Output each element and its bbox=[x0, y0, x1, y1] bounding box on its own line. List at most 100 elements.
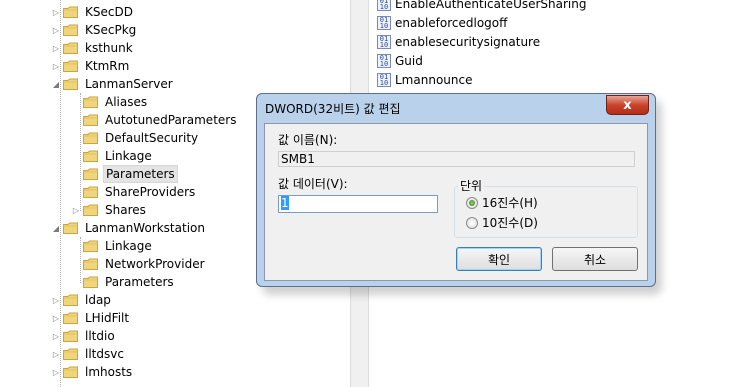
tree-item-label: AutotunedParameters bbox=[105, 113, 237, 127]
tree-item[interactable]: Aliases bbox=[70, 93, 149, 111]
expand-toggle-icon[interactable]: ◢ bbox=[50, 75, 62, 93]
dec-radio-button[interactable] bbox=[466, 216, 478, 229]
value-data-text: 1 bbox=[281, 196, 289, 210]
tree-item-label: Shares bbox=[105, 203, 146, 217]
expand-toggle-icon bbox=[70, 183, 82, 201]
tree-item-label: Aliases bbox=[105, 95, 148, 109]
tree-item[interactable]: ▷ KtmRm bbox=[50, 57, 131, 75]
registry-value-name: Guid bbox=[395, 54, 423, 68]
tree-item[interactable]: ▷ KSecPkg bbox=[50, 21, 138, 39]
tree-item[interactable]: Parameters bbox=[70, 165, 178, 183]
tree-item[interactable]: ▷ ksthunk bbox=[50, 39, 135, 57]
tree-item[interactable]: ◢ LanmanServer bbox=[50, 75, 175, 93]
folder-icon bbox=[63, 42, 78, 54]
dword-value-icon: 01 10 bbox=[377, 16, 391, 30]
tree-item-label: Parameters bbox=[103, 165, 178, 183]
expand-toggle-icon[interactable]: ▷ bbox=[50, 345, 62, 363]
close-button[interactable]: x bbox=[606, 95, 649, 115]
tree-item[interactable]: Linkage bbox=[70, 147, 154, 165]
folder-icon bbox=[83, 204, 98, 216]
tree-item-label: Linkage bbox=[105, 149, 152, 163]
expand-toggle-icon[interactable]: ▷ bbox=[50, 39, 62, 57]
registry-value-row[interactable]: 01 10 Guid bbox=[377, 52, 423, 70]
registry-value-name: EnableAuthenticateUserSharing bbox=[395, 0, 587, 11]
edit-dword-dialog: DWORD(32비트) 값 편집 x 값 이름(N): SMB1 값 데이터(V… bbox=[256, 93, 656, 287]
tree-item[interactable]: Parameters bbox=[70, 273, 176, 291]
expand-toggle-icon[interactable]: ▷ bbox=[50, 309, 62, 327]
expand-toggle-icon bbox=[70, 255, 82, 273]
value-data-label: 값 데이터(V): bbox=[278, 177, 348, 191]
tree-item-label: ldap bbox=[85, 293, 111, 307]
tree-item[interactable]: ▷ KSecDD bbox=[50, 3, 135, 21]
folder-icon bbox=[63, 330, 78, 342]
folder-icon bbox=[63, 222, 78, 234]
registry-value-name: enableforcedlogoff bbox=[395, 16, 508, 30]
value-name-field: SMB1 bbox=[278, 151, 635, 167]
registry-value-name: enablesecuritysignature bbox=[395, 35, 541, 49]
expand-toggle-icon bbox=[70, 111, 82, 129]
tree-item-label: LHidFilt bbox=[85, 311, 130, 325]
expand-toggle-icon[interactable]: ▷ bbox=[50, 363, 62, 381]
tree-item[interactable]: NetworkProvider bbox=[70, 255, 207, 273]
value-data-input[interactable]: 1 bbox=[278, 195, 438, 213]
dec-radio-option[interactable]: 10진수(D) bbox=[466, 214, 538, 231]
folder-icon bbox=[63, 78, 78, 90]
expand-toggle-icon bbox=[70, 93, 82, 111]
tree-item[interactable]: AutotunedParameters bbox=[70, 111, 238, 129]
tree-item[interactable]: ▷ lltdsvc bbox=[50, 345, 126, 363]
folder-icon bbox=[63, 294, 78, 306]
dialog-titlebar[interactable]: DWORD(32비트) 값 편집 x bbox=[257, 94, 655, 122]
expand-toggle-icon bbox=[70, 129, 82, 147]
tree-item-label: KSecPkg bbox=[85, 23, 137, 37]
expand-toggle-icon[interactable]: ▷ bbox=[50, 291, 62, 309]
binary-value-icon: 01 10 bbox=[377, 54, 391, 68]
folder-icon bbox=[83, 114, 98, 126]
folder-icon bbox=[83, 168, 98, 180]
tree-item-label: LanmanServer bbox=[85, 77, 173, 91]
folder-icon bbox=[63, 312, 78, 324]
tree-item[interactable]: ▷ Shares bbox=[70, 201, 148, 219]
tree-item[interactable]: ▷ lltdio bbox=[50, 327, 117, 345]
registry-value-row[interactable]: 01 10 Lmannounce bbox=[377, 71, 472, 89]
expand-toggle-icon[interactable]: ▷ bbox=[50, 327, 62, 345]
folder-icon bbox=[83, 96, 98, 108]
dialog-client-area: 값 이름(N): SMB1 값 데이터(V): 1 단위 16진수(H) 10진… bbox=[264, 123, 648, 281]
tree-item-label: lltdsvc bbox=[85, 347, 124, 361]
folder-icon bbox=[83, 150, 98, 162]
tree-item-label: NetworkProvider bbox=[105, 257, 205, 271]
hex-radio-button[interactable] bbox=[466, 196, 478, 209]
expand-toggle-icon[interactable]: ▷ bbox=[50, 3, 62, 21]
tree-item[interactable]: ◢ LanmanWorkstation bbox=[50, 219, 207, 237]
tree-item[interactable]: ▷ ldap bbox=[50, 291, 113, 309]
expand-toggle-icon bbox=[70, 273, 82, 291]
tree-item-label: KSecDD bbox=[85, 5, 133, 19]
folder-icon bbox=[63, 366, 78, 378]
folder-icon bbox=[83, 258, 98, 270]
registry-value-row[interactable]: 01 10 EnableAuthenticateUserSharing bbox=[377, 0, 586, 13]
dialog-title: DWORD(32비트) 값 편집 bbox=[265, 102, 401, 116]
expand-toggle-icon[interactable]: ▷ bbox=[50, 21, 62, 39]
expand-toggle-icon[interactable]: ▷ bbox=[50, 57, 62, 75]
tree-item-label: ShareProviders bbox=[105, 185, 196, 199]
folder-icon bbox=[63, 60, 78, 72]
tree-item[interactable]: ▷ LHidFilt bbox=[50, 309, 131, 327]
tree-item[interactable]: DefaultSecurity bbox=[70, 129, 200, 147]
dword-value-icon: 01 10 bbox=[377, 35, 391, 49]
expand-toggle-icon[interactable]: ▷ bbox=[70, 201, 82, 219]
tree-item[interactable]: Linkage bbox=[70, 237, 154, 255]
hex-radio-option[interactable]: 16진수(H) bbox=[466, 194, 538, 211]
dec-radio-label: 10진수(D) bbox=[482, 216, 538, 230]
expand-toggle-icon[interactable]: ◢ bbox=[50, 219, 62, 237]
cancel-button[interactable]: 취소 bbox=[552, 247, 638, 271]
dword-value-icon: 01 10 bbox=[377, 0, 391, 11]
expand-toggle-icon bbox=[70, 165, 82, 183]
registry-value-row[interactable]: 01 10 enablesecuritysignature bbox=[377, 33, 540, 51]
tree-item-label: lltdio bbox=[85, 329, 115, 343]
base-label: 단위 bbox=[458, 177, 485, 194]
ok-button[interactable]: 확인 bbox=[456, 247, 542, 271]
tree-item[interactable]: ShareProviders bbox=[70, 183, 197, 201]
tree-item-label: Linkage bbox=[105, 239, 152, 253]
registry-value-row[interactable]: 01 10 enableforcedlogoff bbox=[377, 14, 507, 32]
expand-toggle-icon bbox=[70, 237, 82, 255]
tree-item[interactable]: ▷ lmhosts bbox=[50, 363, 134, 381]
